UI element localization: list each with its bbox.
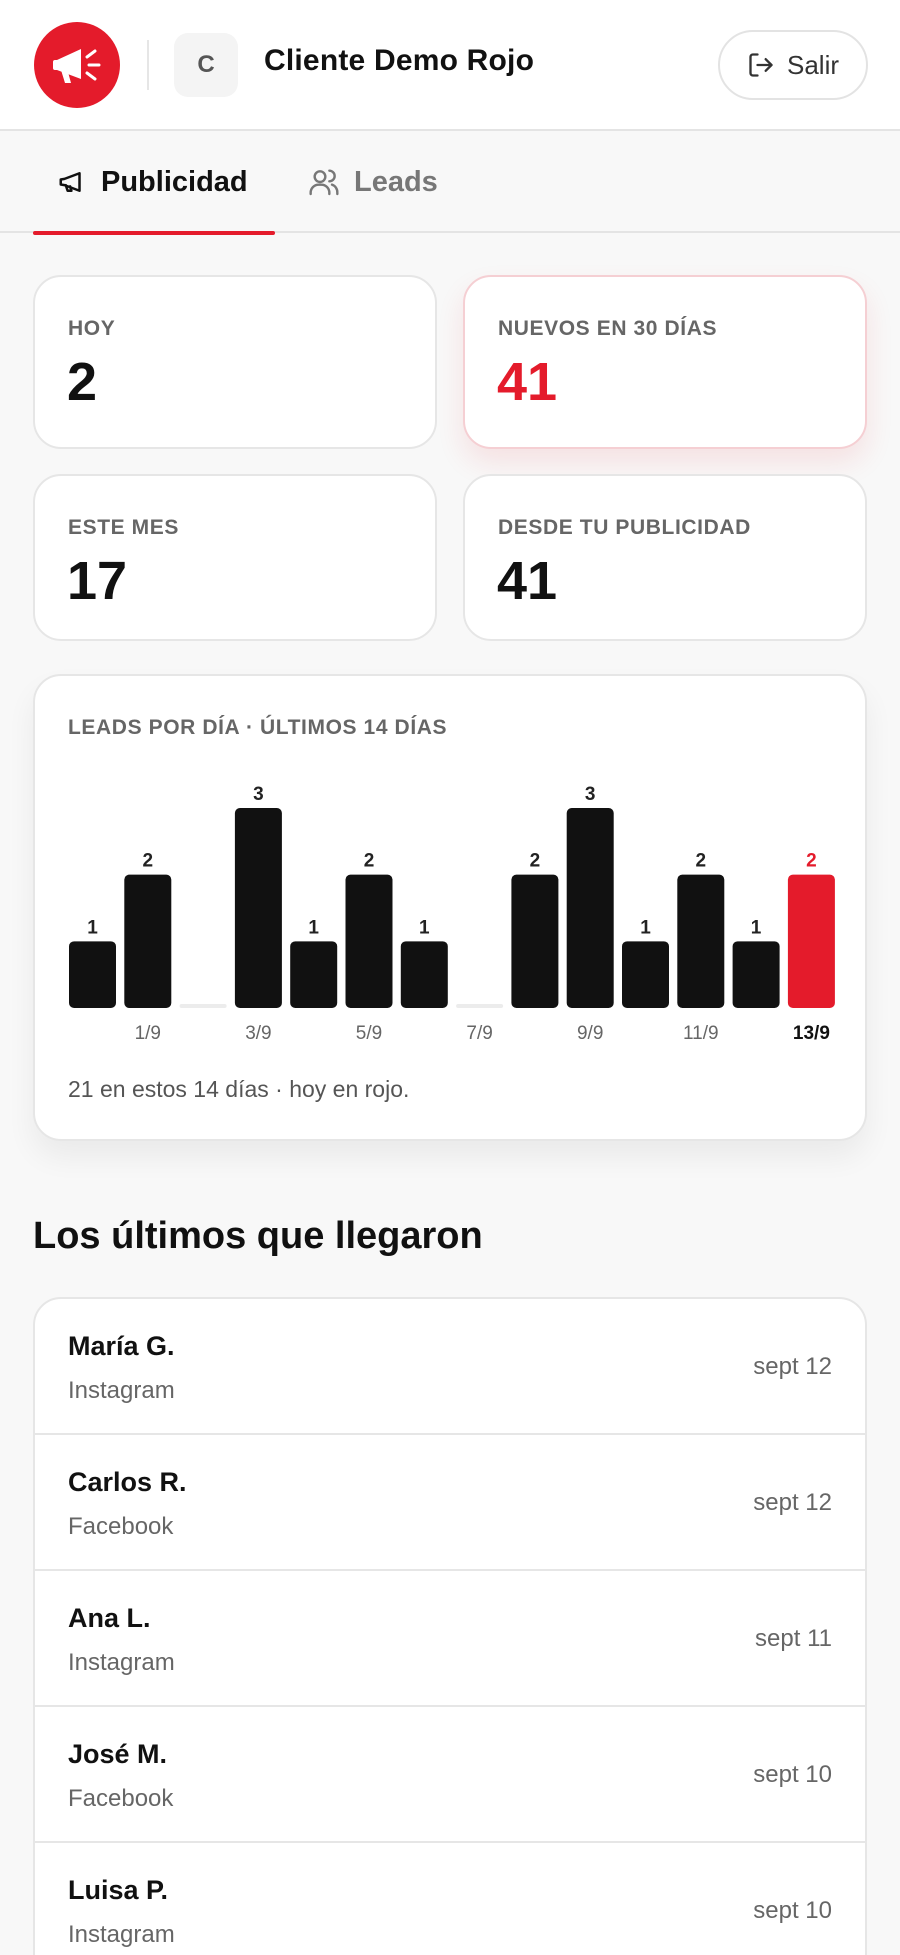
chart-tick-label: 7/9	[466, 1023, 492, 1044]
chart-data-label: 1	[640, 917, 651, 938]
logout-label: Salir	[786, 49, 839, 80]
stat-label: DESDE TU PUBLICIDAD	[498, 516, 751, 539]
chart-bar	[69, 941, 116, 1008]
chart-data-label: 3	[253, 784, 264, 805]
tab-leads[interactable]: Leads	[308, 131, 438, 233]
megaphone-icon	[53, 49, 101, 83]
chart-data-label: 2	[806, 851, 817, 872]
stat-value: 41	[497, 551, 558, 611]
leads-chart-card: LEADS POR DÍA · ÚLTIMOS 14 DÍAS 1 2 1/9 3 3/…	[33, 674, 867, 1141]
users-icon	[309, 169, 339, 196]
lead-name: José M.	[68, 1739, 168, 1769]
chart-note: 21 en estos 14 días · hoy en rojo.	[68, 1076, 410, 1102]
stat-card-from-ads: DESDE TU PUBLICIDAD 41	[463, 474, 867, 641]
chart-tick-label: 5/9	[356, 1023, 382, 1044]
chart-bar	[234, 808, 282, 1008]
stat-card-new-30-days: NUEVOS EN 30 DÍAS 41	[463, 275, 867, 449]
tab-leads-label: Leads	[354, 165, 438, 198]
chart-bar	[345, 874, 393, 1008]
tab-publicidad[interactable]: Publicidad	[33, 131, 275, 235]
chart-bar	[511, 874, 559, 1008]
lead-source: Instagram	[68, 1921, 175, 1948]
chart-bar	[787, 874, 835, 1008]
stat-label: ESTE MES	[68, 516, 179, 539]
lead-date: sept 10	[753, 1761, 832, 1788]
list-item[interactable]: José M. Facebook sept 10	[35, 1707, 865, 1843]
megaphone-icon	[59, 172, 81, 192]
client-avatar: C	[174, 33, 238, 97]
lead-date: sept 12	[753, 1353, 832, 1380]
list-item[interactable]: María G. Instagram sept 12	[35, 1299, 865, 1435]
chart-tick-label: 1/9	[135, 1023, 161, 1044]
chart-data-label: 1	[419, 917, 430, 938]
list-item[interactable]: Carlos R. Facebook sept 12	[35, 1435, 865, 1571]
chart-data-label: 1	[87, 917, 98, 938]
header-divider	[147, 40, 149, 90]
leads-bar-chart: 1 2 1/9 3 3/9 1 2 5/9 1 7/9 2 3 9/9 1 2 11/9 1 2 13/9	[69, 784, 835, 1044]
chart-tick-label: 11/9	[683, 1023, 719, 1044]
stat-value: 41	[497, 352, 558, 412]
lead-source: Instagram	[68, 1377, 175, 1404]
chart-tick-label: 3/9	[245, 1023, 271, 1044]
chart-bar	[456, 1004, 504, 1008]
chart-bar	[400, 941, 448, 1008]
stat-value: 17	[67, 551, 128, 611]
lead-date: sept 11	[755, 1625, 832, 1652]
app-header: C Cliente Demo Rojo Salir	[0, 0, 900, 131]
lead-name: Carlos R.	[68, 1467, 187, 1497]
lead-date: sept 10	[753, 1897, 832, 1924]
stat-label: NUEVOS EN 30 DÍAS	[498, 317, 718, 340]
chart-data-label: 2	[364, 851, 375, 872]
chart-bar	[622, 941, 669, 1008]
chart-bar	[677, 874, 725, 1008]
chart-bar	[566, 808, 614, 1008]
logout-icon	[749, 53, 773, 77]
stat-value: 2	[67, 352, 98, 412]
brand-logo	[34, 22, 120, 108]
stat-card-today: HOY 2	[33, 275, 437, 449]
lead-name: Ana L.	[68, 1603, 151, 1633]
chart-bar	[124, 874, 172, 1008]
stat-label: HOY	[68, 317, 116, 340]
stat-card-this-month: ESTE MES 17	[33, 474, 437, 641]
recent-leads-list: María G. Instagram sept 12 Carlos R. Fac…	[33, 1297, 867, 1955]
chart-data-label: 3	[585, 784, 596, 805]
recent-leads-title: Los últimos que llegaron	[33, 1215, 483, 1257]
chart-data-label: 2	[530, 851, 541, 872]
chart-data-label: 1	[308, 917, 319, 938]
logout-button[interactable]: Salir	[718, 30, 868, 100]
lead-name: Luisa P.	[68, 1875, 169, 1905]
lead-source: Facebook	[68, 1513, 174, 1540]
chart-data-label: 2	[696, 851, 707, 872]
client-name: Cliente Demo Rojo	[264, 44, 535, 77]
lead-source: Facebook	[68, 1785, 174, 1812]
lead-name: María G.	[68, 1331, 175, 1361]
tab-bar: Publicidad Leads	[0, 131, 900, 235]
chart-tick-label: 13/9	[793, 1023, 830, 1044]
lead-source: Instagram	[68, 1649, 175, 1676]
chart-data-label: 1	[751, 917, 762, 938]
chart-bar	[290, 941, 338, 1008]
list-item[interactable]: Luisa P. Instagram sept 10	[35, 1843, 865, 1955]
chart-data-label: 2	[143, 851, 154, 872]
tab-publicidad-label: Publicidad	[101, 165, 248, 198]
chart-bar	[732, 941, 780, 1008]
chart-tick-label: 9/9	[577, 1023, 603, 1044]
chart-bar	[179, 1004, 227, 1008]
list-item[interactable]: Ana L. Instagram sept 11	[35, 1571, 865, 1707]
lead-date: sept 12	[753, 1489, 832, 1516]
